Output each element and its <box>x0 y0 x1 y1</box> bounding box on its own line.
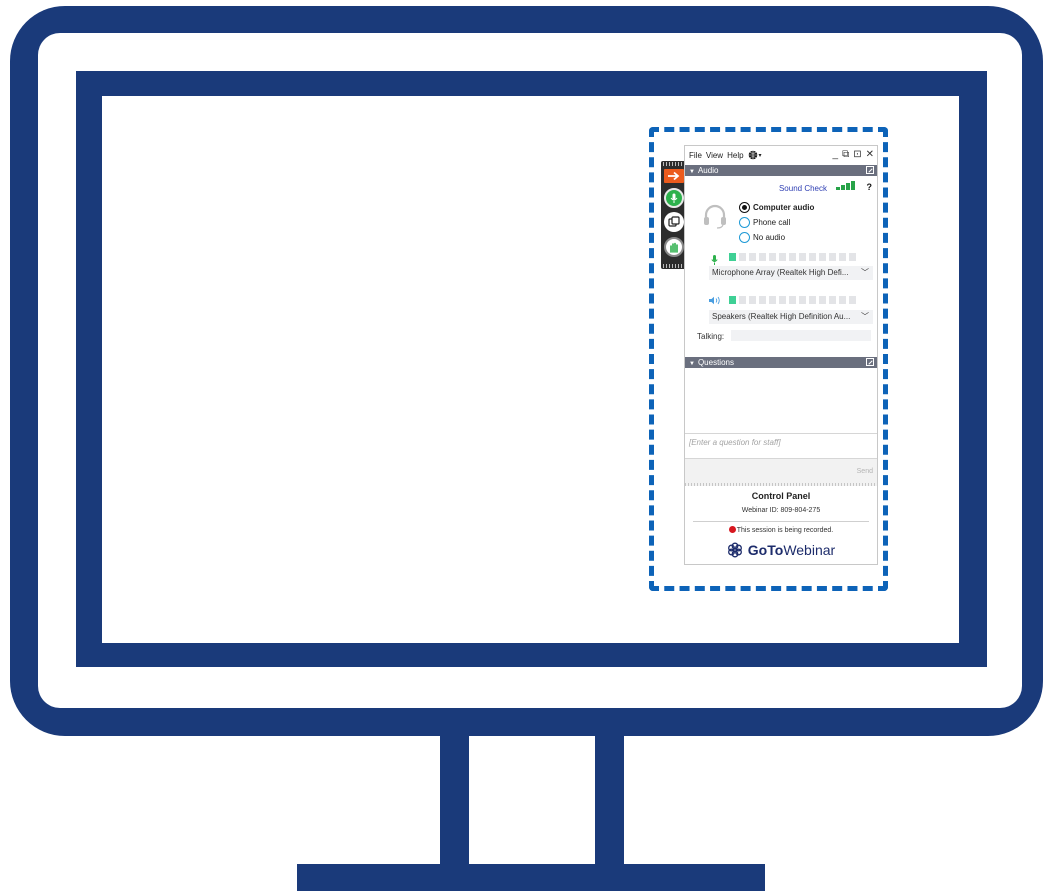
stand-base <box>297 864 765 891</box>
monitor-illustration: File View Help ▾ _ ⧉ ⊡ ✕ ▼ Audio Sound Ch… <box>0 0 1043 891</box>
stand-left <box>440 736 469 867</box>
stand-right <box>595 736 624 867</box>
highlight-dashed-border <box>649 127 888 591</box>
